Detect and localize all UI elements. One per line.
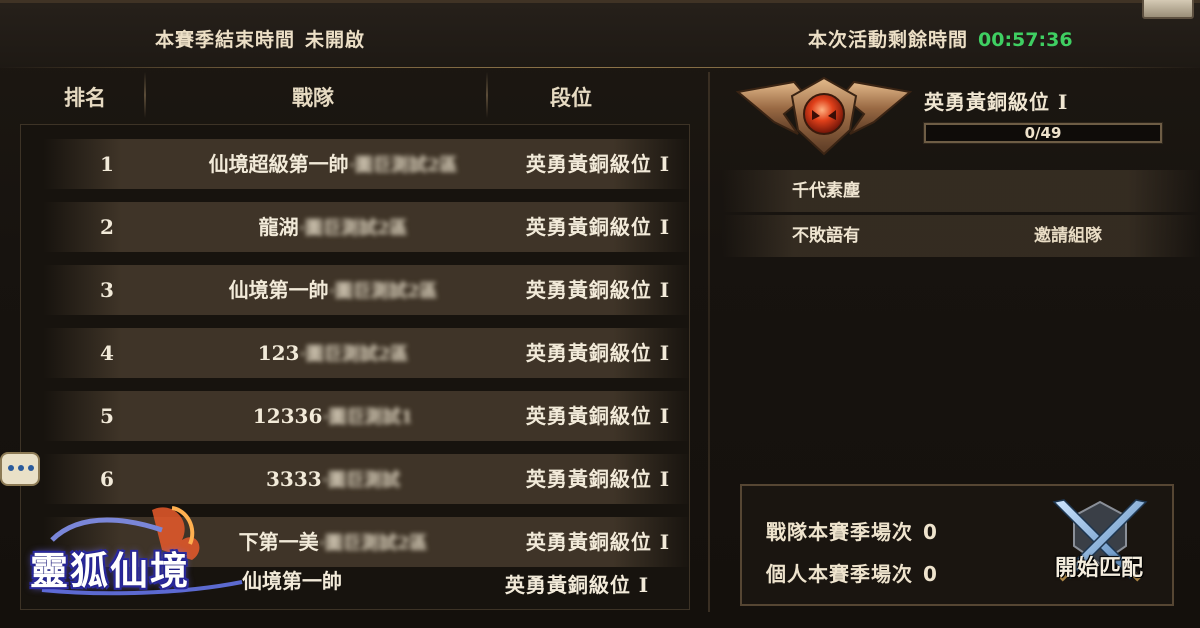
my-team-tier: 英勇黃銅級位 I	[504, 573, 650, 597]
team-name: 仙境第一帥·圖巨測試2區	[163, 265, 503, 315]
rank-number: 3	[100, 278, 114, 302]
event-timer: 00:57:36	[978, 29, 1073, 51]
season-end-label: 本賽季結束時間	[155, 29, 296, 51]
blurred-server-name: ·圖巨測試2區	[348, 155, 458, 176]
event-remain-info: 本次活動剩餘時間 00:57:36	[808, 25, 1073, 52]
blurred-server-name: ·圖巨測試1	[322, 407, 414, 428]
crossed-swords-icon[interactable]	[1040, 494, 1160, 604]
blurred-server-name: ·圖巨測試2區	[299, 344, 409, 365]
ranking-row[interactable]: 5 12336·圖巨測試1 英勇黃銅級位 I	[43, 391, 689, 441]
rank-number: 5	[100, 404, 114, 428]
team-name: 12336·圖巨測試1	[163, 391, 503, 441]
bronze-tier-emblem-icon	[735, 76, 913, 156]
team-member-row[interactable]: 千代素塵	[722, 170, 1200, 212]
blurred-server-name: ·圖巨測試	[321, 470, 400, 491]
team-name: 123·圖巨測試2區	[163, 328, 503, 378]
game-logo-text: 靈狐仙境	[30, 548, 191, 593]
column-team: 戰隊	[292, 85, 334, 110]
team-member-row[interactable]: 不敗語有 邀請組隊	[722, 215, 1200, 257]
tier-label: 英勇黃銅級位 I	[525, 215, 671, 239]
blurred-server-name: ·圖巨測試2區	[298, 218, 408, 239]
member-name: 千代素塵	[792, 181, 860, 201]
my-tier-name: 英勇黃銅級位 I	[924, 90, 1069, 114]
season-end-value: 未開啟	[305, 29, 366, 51]
rank-number: 4	[100, 341, 114, 365]
column-divider	[144, 72, 146, 118]
team-name: 仙境超級第一帥·圖巨測試2區	[163, 139, 503, 189]
rank-number: 2	[100, 215, 114, 239]
team-ranking-screen: 本賽季結束時間 未開啟 本次活動剩餘時間 00:57:36 排名 戰隊 段位 1 仙…	[0, 0, 1200, 628]
tier-progress-bar: 0/49	[923, 122, 1163, 144]
blurred-server-name: ·圖巨測試2區	[328, 281, 438, 302]
panel-divider	[708, 72, 710, 612]
column-divider	[486, 72, 488, 118]
start-match-button[interactable]: 開始匹配	[1044, 550, 1154, 582]
team-name: 3333·圖巨測試	[163, 454, 503, 504]
ranking-row[interactable]: 3 仙境第一帥·圖巨測試2區 英勇黃銅級位 I	[43, 265, 689, 315]
tier-label: 英勇黃銅級位 I	[525, 152, 671, 176]
rank-number: 6	[100, 467, 114, 491]
chat-bubble-icon[interactable]	[0, 452, 40, 486]
team-matches-stat: 戰隊本賽季場次 0	[766, 520, 938, 544]
column-rank: 排名	[64, 85, 106, 110]
tier-label: 英勇黃銅級位 I	[525, 278, 671, 302]
close-button[interactable]	[1142, 0, 1194, 19]
rank-number: 1	[100, 152, 114, 176]
team-name: 龍湖·圖巨測試2區	[163, 202, 503, 252]
season-end-info: 本賽季結束時間 未開啟	[155, 25, 365, 52]
column-tier: 段位	[550, 85, 592, 110]
ranking-row[interactable]: 1 仙境超級第一帥·圖巨測試2區 英勇黃銅級位 I	[43, 139, 689, 189]
ranking-header: 排名 戰隊 段位	[30, 72, 690, 120]
ranking-row[interactable]: 2 龍湖·圖巨測試2區 英勇黃銅級位 I	[43, 202, 689, 252]
top-bar: 本賽季結束時間 未開啟 本次活動剩餘時間 00:57:36	[0, 0, 1200, 68]
invite-team-button[interactable]: 邀請組隊	[1034, 215, 1102, 257]
member-name: 不敗語有	[792, 226, 860, 246]
tier-label: 英勇黃銅級位 I	[525, 467, 671, 491]
event-remain-label: 本次活動剩餘時間	[808, 29, 969, 51]
tier-label: 英勇黃銅級位 I	[525, 404, 671, 428]
progress-text: 0/49	[1024, 124, 1062, 142]
tier-label: 英勇黃銅級位 I	[525, 341, 671, 365]
ranking-row[interactable]: 6 3333·圖巨測試 英勇黃銅級位 I	[43, 454, 689, 504]
personal-matches-stat: 個人本賽季場次 0	[766, 562, 938, 586]
ranking-row[interactable]: 4 123·圖巨測試2區 英勇黃銅級位 I	[43, 328, 689, 378]
